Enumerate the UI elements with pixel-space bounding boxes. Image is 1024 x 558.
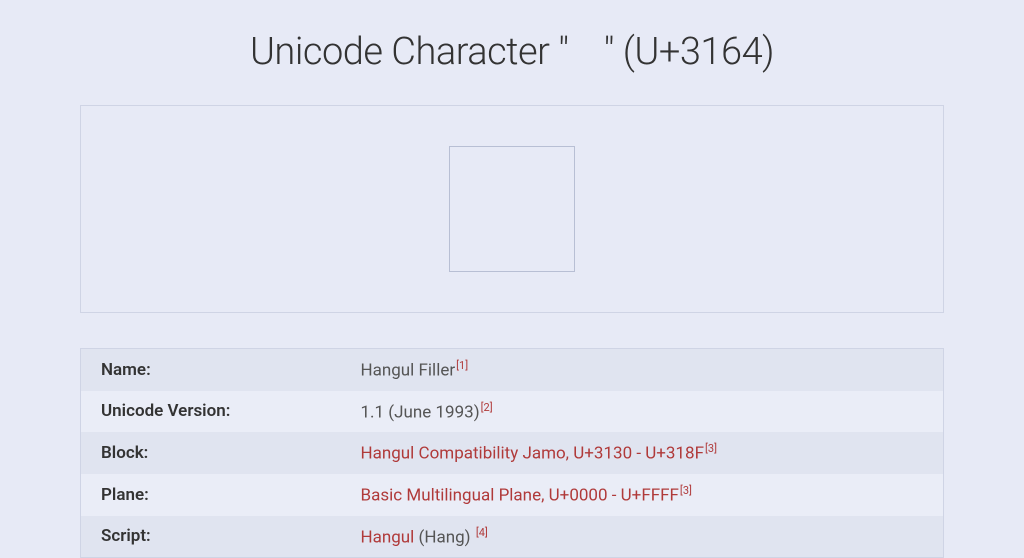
page-title: Unicode Character "ㅤ" (U+3164) (80, 0, 944, 105)
table-row: Script: Hangul (Hang) [4] (81, 516, 944, 558)
property-link[interactable]: Basic Multilingual Plane, U+0000 - U+FFF… (361, 486, 679, 506)
reference-link[interactable]: [3] (680, 484, 692, 497)
property-value: 1.1 (June 1993)[2] (341, 391, 944, 433)
reference-link[interactable]: [1] (456, 359, 468, 372)
property-value: Hangul Filler[1] (341, 349, 944, 391)
property-text: Hangul Filler (361, 361, 456, 381)
property-label: Script: (81, 516, 341, 558)
table-row: Name: Hangul Filler[1] (81, 349, 944, 391)
property-label: Plane: (81, 474, 341, 516)
table-row: Plane: Basic Multilingual Plane, U+0000 … (81, 474, 944, 516)
property-suffix: (Hang) (414, 527, 474, 547)
reference-link[interactable]: [4] (476, 526, 488, 539)
property-label: Block: (81, 432, 341, 474)
property-text: 1.1 (June 1993) (361, 402, 480, 422)
property-link[interactable]: Hangul Compatibility Jamo, U+3130 - U+31… (361, 444, 705, 464)
property-label: Name: (81, 349, 341, 391)
character-properties-table: Name: Hangul Filler[1] Unicode Version: … (80, 348, 944, 558)
character-glyph: ㅤ (449, 146, 575, 272)
reference-link[interactable]: [3] (705, 442, 717, 455)
property-value: Basic Multilingual Plane, U+0000 - U+FFF… (341, 474, 944, 516)
table-row: Unicode Version: 1.1 (June 1993)[2] (81, 391, 944, 433)
property-label: Unicode Version: (81, 391, 341, 433)
table-row: Block: Hangul Compatibility Jamo, U+3130… (81, 432, 944, 474)
reference-link[interactable]: [2] (481, 401, 493, 414)
character-display-panel: ㅤ (80, 105, 944, 313)
property-value: Hangul Compatibility Jamo, U+3130 - U+31… (341, 432, 944, 474)
property-value: Hangul (Hang) [4] (341, 516, 944, 558)
property-link[interactable]: Hangul (361, 527, 415, 547)
